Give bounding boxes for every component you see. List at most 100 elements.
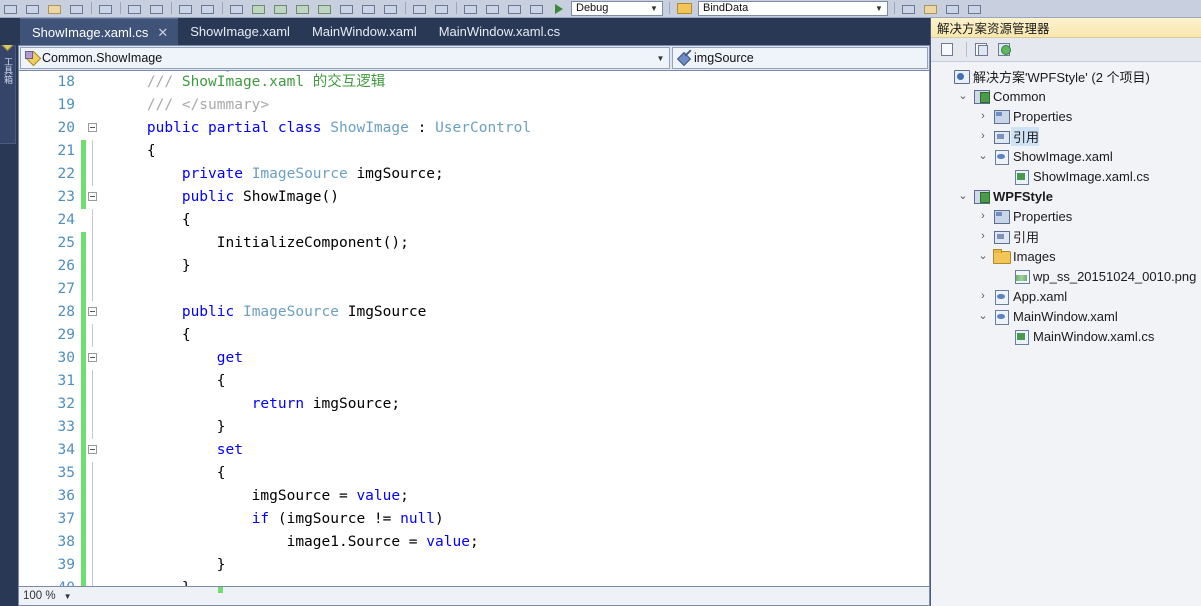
code-line[interactable]: 21 { — [19, 140, 929, 163]
tree-node[interactable]: › App.xaml — [931, 286, 1201, 306]
tree-node[interactable]: › 引用 — [931, 126, 1201, 146]
editor-tab-showimage-xaml-cs[interactable]: ShowImage.xaml.cs ✕ — [20, 18, 179, 45]
chevron-down-icon[interactable]: ⌄ — [975, 150, 991, 162]
code-line[interactable]: 26 } — [19, 255, 929, 278]
code-line[interactable]: 39 } — [19, 554, 929, 577]
indent-increase-icon[interactable] — [146, 1, 168, 17]
tree-node[interactable]: ⌄ WPFStyle — [931, 186, 1201, 206]
outline-margin[interactable] — [86, 462, 106, 485]
chevron-down-icon[interactable]: ▼ — [873, 2, 885, 15]
code-line[interactable]: 18 /// ShowImage.xaml 的交互逻辑 — [19, 71, 929, 94]
chevron-down-icon[interactable]: ⌄ — [955, 190, 971, 202]
tree-node[interactable]: ⌄ MainWindow.xaml — [931, 306, 1201, 326]
chevron-right-icon[interactable]: › — [975, 290, 991, 302]
chevron-down-icon[interactable]: ▼ — [648, 2, 660, 15]
tree-node[interactable]: wp_ss_20151024_0010.png — [931, 266, 1201, 286]
outline-margin[interactable] — [86, 255, 106, 278]
step-out-icon[interactable] — [292, 1, 314, 17]
code-editor[interactable]: /// <summary> 18 /// ShowImage.xaml 的交互逻… — [18, 71, 930, 586]
collapse-icon[interactable] — [88, 445, 97, 454]
refresh-button[interactable] — [995, 40, 1016, 59]
code-line[interactable]: 37 if (imgSource != null) — [19, 508, 929, 531]
outline-margin[interactable] — [86, 186, 106, 209]
editor-tab-mainwindow-xaml-cs[interactable]: MainWindow.xaml.cs — [427, 18, 570, 45]
outline-margin[interactable] — [86, 370, 106, 393]
outline-margin[interactable] — [86, 393, 106, 416]
code-line[interactable]: 22 private ImageSource imgSource; — [19, 163, 929, 186]
code-line[interactable]: 25 InitializeComponent(); — [19, 232, 929, 255]
chevron-right-icon[interactable]: › — [975, 230, 991, 242]
chevron-down-icon[interactable]: ⌄ — [975, 250, 991, 262]
tree-node[interactable]: › 引用 — [931, 226, 1201, 246]
collapse-icon[interactable] — [88, 192, 97, 201]
code-lines-container[interactable]: 18 /// ShowImage.xaml 的交互逻辑 19 /// </summ… — [19, 71, 929, 586]
code-line[interactable]: 24 { — [19, 209, 929, 232]
chevron-right-icon[interactable]: › — [975, 130, 991, 142]
solution-tree[interactable]: 解决方案'WPFStyle' (2 个项目) ⌄ Common › Properties… — [931, 62, 1201, 346]
outline-margin[interactable] — [86, 554, 106, 577]
new-item-icon[interactable] — [0, 1, 22, 17]
solution-configuration-combo[interactable]: Debug ▼ — [571, 1, 663, 16]
outline-margin[interactable] — [86, 485, 106, 508]
folder-icon[interactable] — [675, 1, 693, 15]
stop-icon[interactable] — [336, 1, 358, 17]
breakpoint-icon[interactable] — [358, 1, 380, 17]
code-line[interactable]: 23 public ShowImage() — [19, 186, 929, 209]
tree-node[interactable]: 解决方案'WPFStyle' (2 个项目) — [931, 66, 1201, 86]
publish-icon[interactable] — [964, 1, 986, 17]
properties-window-icon[interactable] — [409, 1, 431, 17]
code-line[interactable]: 40 } — [19, 577, 929, 586]
properties-window-button[interactable] — [938, 40, 959, 59]
code-line[interactable]: 32 return imgSource; — [19, 393, 929, 416]
code-line[interactable]: 34 set — [19, 439, 929, 462]
tree-node[interactable]: ShowImage.xaml.cs — [931, 166, 1201, 186]
outline-margin[interactable] — [86, 439, 106, 462]
outline-margin[interactable] — [86, 347, 106, 370]
solution-icon[interactable] — [942, 1, 964, 17]
collapse-icon[interactable] — [88, 307, 97, 316]
tree-node[interactable]: MainWindow.xaml.cs — [931, 326, 1201, 346]
outline-collapse-icon[interactable] — [175, 1, 197, 17]
solution-config-icon[interactable] — [460, 1, 482, 17]
start-debug-button[interactable] — [552, 1, 566, 15]
outline-margin[interactable] — [86, 416, 106, 439]
close-icon[interactable]: ✕ — [157, 26, 168, 39]
restart-icon[interactable] — [314, 1, 336, 17]
type-dropdown[interactable]: Common.ShowImage ▼ — [20, 47, 670, 69]
outline-margin[interactable] — [86, 232, 106, 255]
outline-margin[interactable] — [86, 94, 106, 117]
code-line[interactable]: 31 { — [19, 370, 929, 393]
chevron-down-icon[interactable]: ⌄ — [955, 90, 971, 102]
show-all-files-button[interactable] — [972, 40, 993, 59]
editor-tab-mainwindow-xaml[interactable]: MainWindow.xaml — [300, 18, 427, 45]
find-icon[interactable] — [380, 1, 402, 17]
save-all-icon[interactable] — [44, 1, 66, 17]
window-icon[interactable] — [226, 1, 248, 17]
outline-expand-icon[interactable] — [197, 1, 219, 17]
code-line[interactable]: 28 public ImageSource ImgSource — [19, 301, 929, 324]
find-in-files-icon[interactable] — [898, 1, 920, 17]
code-line[interactable]: 27 — [19, 278, 929, 301]
outline-margin[interactable] — [86, 117, 106, 140]
chevron-down-icon[interactable]: ▼ — [64, 592, 72, 601]
toolbox-icon[interactable] — [431, 1, 453, 17]
outline-margin[interactable] — [86, 508, 106, 531]
code-line[interactable]: 19 /// </summary> — [19, 94, 929, 117]
undo-icon[interactable] — [66, 1, 88, 17]
outline-margin[interactable] — [86, 71, 106, 94]
member-dropdown[interactable]: imgSource — [672, 47, 928, 69]
outline-margin[interactable] — [86, 577, 106, 586]
collapse-icon[interactable] — [88, 123, 97, 132]
code-line[interactable]: 38 image1.Source = value; — [19, 531, 929, 554]
step-over-icon[interactable] — [248, 1, 270, 17]
outline-margin[interactable] — [86, 163, 106, 186]
navigate-back-icon[interactable] — [482, 1, 504, 17]
outline-margin[interactable] — [86, 278, 106, 301]
outline-margin[interactable] — [86, 324, 106, 347]
outline-margin[interactable] — [86, 301, 106, 324]
outline-margin[interactable] — [86, 140, 106, 163]
chevron-right-icon[interactable]: › — [975, 110, 991, 122]
startup-project-combo[interactable]: BindData ▼ — [698, 1, 888, 16]
code-line[interactable]: 35 { — [19, 462, 929, 485]
chevron-right-icon[interactable]: › — [975, 210, 991, 222]
